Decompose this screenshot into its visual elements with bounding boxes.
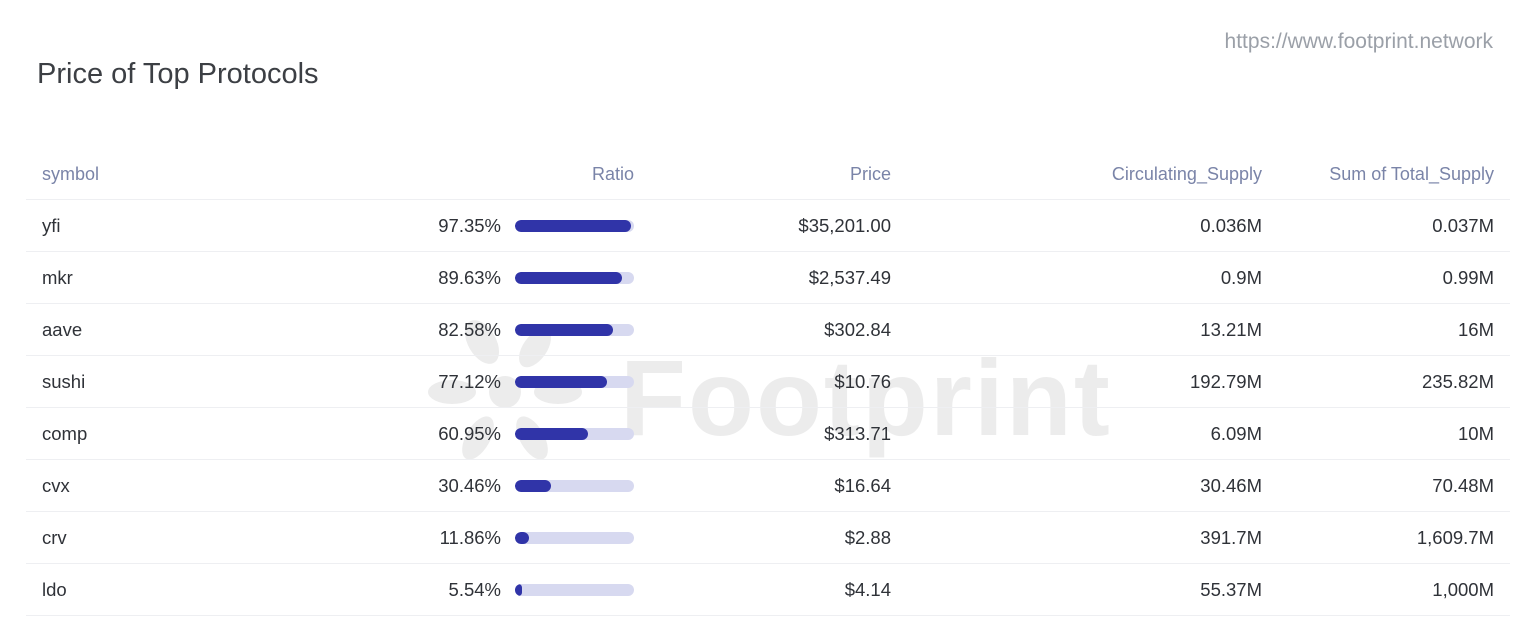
total-supply-cell: 0.99M (1278, 251, 1510, 304)
symbol-cell: crv (26, 511, 288, 564)
ratio-bar-fill (515, 427, 588, 440)
column-header-circulating-supply[interactable]: Circulating_Supply (907, 150, 1278, 200)
ratio-cell: 30.46% (288, 459, 650, 512)
protocol-table: symbol Ratio Price Circulating_Supply Su… (26, 150, 1510, 616)
table-row[interactable]: ldo 5.54% $4.14 55.37M 1,000M (26, 563, 1510, 616)
table-row[interactable]: cvx 30.46% $16.64 30.46M 70.48M (26, 459, 1510, 512)
table-row[interactable]: aave 82.58% $302.84 13.21M 16M (26, 303, 1510, 356)
ratio-cell-content: 82.58% (304, 319, 634, 341)
table-row[interactable]: comp 60.95% $313.71 6.09M 10M (26, 407, 1510, 460)
table-body: yfi 97.35% $35,201.00 0.036M 0.037M mkr 89.63%… (26, 199, 1510, 616)
price-cell: $10.76 (650, 355, 907, 408)
ratio-bar-track (515, 427, 634, 440)
ratio-cell: 82.58% (288, 303, 650, 356)
ratio-bar-track (515, 271, 634, 284)
ratio-cell-content: 77.12% (304, 371, 634, 393)
table-row[interactable]: yfi 97.35% $35,201.00 0.036M 0.037M (26, 199, 1510, 252)
price-cell: $2.88 (650, 511, 907, 564)
table-row[interactable]: mkr 89.63% $2,537.49 0.9M 0.99M (26, 251, 1510, 304)
symbol-cell: aave (26, 303, 288, 356)
ratio-bar-track (515, 531, 634, 544)
total-supply-cell: 10M (1278, 407, 1510, 460)
ratio-cell: 60.95% (288, 407, 650, 460)
ratio-value: 89.63% (438, 266, 501, 288)
table-header-row: symbol Ratio Price Circulating_Supply Su… (26, 150, 1510, 200)
symbol-cell: yfi (26, 199, 288, 252)
circulating-supply-cell: 0.036M (907, 199, 1278, 252)
circulating-supply-cell: 192.79M (907, 355, 1278, 408)
price-cell: $35,201.00 (650, 199, 907, 252)
total-supply-cell: 0.037M (1278, 199, 1510, 252)
symbol-cell: mkr (26, 251, 288, 304)
ratio-bar-fill (515, 531, 530, 544)
total-supply-cell: 70.48M (1278, 459, 1510, 512)
ratio-value: 11.86% (439, 526, 501, 548)
symbol-cell: cvx (26, 459, 288, 512)
price-cell: $302.84 (650, 303, 907, 356)
chart-title: Price of Top Protocols (37, 58, 319, 90)
total-supply-cell: 1,000M (1278, 563, 1510, 616)
ratio-value: 5.54% (448, 578, 501, 600)
table-row[interactable]: sushi 77.12% $10.76 192.79M 235.82M (26, 355, 1510, 408)
ratio-bar-fill (515, 271, 622, 284)
ratio-bar-track (515, 375, 634, 388)
total-supply-cell: 1,609.7M (1278, 511, 1510, 564)
symbol-cell: comp (26, 407, 288, 460)
ratio-cell-content: 60.95% (304, 423, 634, 445)
circulating-supply-cell: 0.9M (907, 251, 1278, 304)
price-cell: $313.71 (650, 407, 907, 460)
ratio-cell: 5.54% (288, 563, 650, 616)
source-url[interactable]: https://www.footprint.network (1225, 30, 1493, 54)
ratio-bar-track (515, 219, 634, 232)
circulating-supply-cell: 30.46M (907, 459, 1278, 512)
total-supply-cell: 16M (1278, 303, 1510, 356)
ratio-value: 77.12% (438, 370, 501, 392)
ratio-cell-content: 11.86% (304, 527, 634, 549)
column-header-total-supply[interactable]: Sum of Total_Supply (1278, 150, 1510, 200)
circulating-supply-cell: 6.09M (907, 407, 1278, 460)
ratio-bar-track (515, 583, 634, 596)
ratio-bar-fill (515, 219, 631, 232)
ratio-bar-fill (515, 323, 614, 336)
ratio-cell: 77.12% (288, 355, 650, 408)
ratio-cell-content: 5.54% (304, 579, 634, 601)
price-cell: $16.64 (650, 459, 907, 512)
ratio-cell: 89.63% (288, 251, 650, 304)
ratio-bar-fill (515, 479, 552, 492)
ratio-cell-content: 30.46% (304, 475, 634, 497)
symbol-cell: sushi (26, 355, 288, 408)
ratio-bar-track (515, 323, 634, 336)
table-row[interactable]: crv 11.86% $2.88 391.7M 1,609.7M (26, 511, 1510, 564)
circulating-supply-cell: 13.21M (907, 303, 1278, 356)
price-cell: $4.14 (650, 563, 907, 616)
circulating-supply-cell: 391.7M (907, 511, 1278, 564)
circulating-supply-cell: 55.37M (907, 563, 1278, 616)
column-header-symbol[interactable]: symbol (26, 150, 288, 200)
ratio-bar-fill (515, 375, 607, 388)
ratio-value: 97.35% (438, 214, 501, 236)
ratio-value: 60.95% (438, 422, 501, 444)
symbol-cell: ldo (26, 563, 288, 616)
ratio-cell: 11.86% (288, 511, 650, 564)
ratio-bar-fill (515, 583, 522, 596)
column-header-price[interactable]: Price (650, 150, 907, 200)
total-supply-cell: 235.82M (1278, 355, 1510, 408)
ratio-cell: 97.35% (288, 199, 650, 252)
ratio-cell-content: 97.35% (304, 215, 634, 237)
chart-card: https://www.footprint.network Price of T… (0, 0, 1540, 630)
ratio-value: 82.58% (438, 318, 501, 340)
ratio-bar-track (515, 479, 634, 492)
price-cell: $2,537.49 (650, 251, 907, 304)
ratio-value: 30.46% (438, 474, 501, 496)
column-header-ratio[interactable]: Ratio (288, 150, 650, 200)
ratio-cell-content: 89.63% (304, 267, 634, 289)
